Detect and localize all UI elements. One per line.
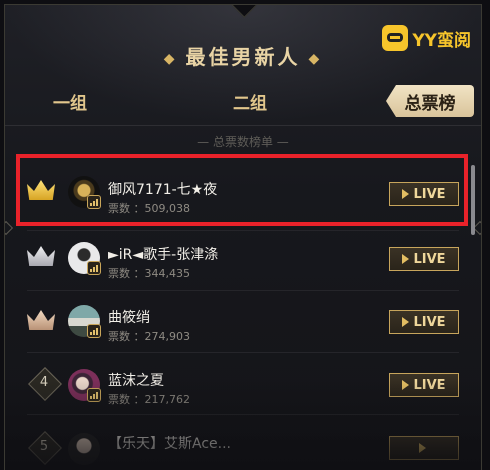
silver-crown-icon xyxy=(27,246,57,268)
group-tabs: 一组 二组 总票榜 xyxy=(5,85,481,125)
level-bars-icon xyxy=(87,324,101,338)
streamer-name: 蓝沫之夏 xyxy=(108,373,164,389)
list-item[interactable]: 4 蓝沫之夏 票数 ：217,762 LIVE xyxy=(5,352,481,416)
level-bars-icon xyxy=(87,261,101,275)
list-item[interactable]: 曲筱绡 票数 ：274,903 LIVE xyxy=(5,288,481,352)
brand-text: YY蛮阅 xyxy=(412,30,471,51)
list-subheader: — 总票数榜单 — xyxy=(197,135,289,149)
streamer-name: 【乐天】艾斯Ace... xyxy=(108,436,231,452)
scrollbar[interactable] xyxy=(471,165,475,235)
streamer-name: ►iR◄歌手-张津涤 xyxy=(108,247,219,263)
rank-number: 5 xyxy=(39,439,49,454)
level-bars-icon xyxy=(87,388,101,402)
title-dot-right-icon: ◆ xyxy=(308,50,323,67)
play-icon xyxy=(418,443,426,453)
top-notch xyxy=(231,5,257,18)
brand-logo: YY蛮阅 xyxy=(382,25,471,51)
avatar[interactable] xyxy=(68,433,100,465)
streamer-name: 曲筱绡 xyxy=(108,310,150,326)
yy-mascot-icon xyxy=(382,25,409,51)
vote-count: 票数 ：274,903 xyxy=(108,330,190,343)
list-item[interactable]: ►iR◄歌手-张津涤 票数 ：344,435 LIVE xyxy=(5,224,481,288)
play-icon xyxy=(402,380,410,390)
live-button[interactable]: LIVE xyxy=(389,310,459,334)
bronze-crown-icon xyxy=(27,310,57,332)
live-button[interactable] xyxy=(389,436,459,460)
tabs-divider xyxy=(5,125,481,126)
tab-total-ranking[interactable]: 总票榜 xyxy=(386,85,474,117)
tab-group-2[interactable]: 二组 xyxy=(233,89,267,114)
vote-count: 票数 ：217,762 xyxy=(108,393,190,406)
row-divider xyxy=(27,414,459,415)
list-item[interactable]: 5 【乐天】艾斯Ace... xyxy=(5,416,481,470)
vote-count: 票数 ：344,435 xyxy=(108,267,190,280)
rank-number: 4 xyxy=(39,375,49,390)
play-icon xyxy=(402,254,410,264)
live-button[interactable]: LIVE xyxy=(389,247,459,271)
selection-highlight xyxy=(16,154,468,226)
play-icon xyxy=(402,317,410,327)
ranking-panel: ◆ 最佳男新人 ◆ YY蛮阅 一组 二组 总票榜 — 总票数榜单 — 御风7171-… xyxy=(4,4,482,470)
live-button[interactable]: LIVE xyxy=(389,373,459,397)
tab-group-1[interactable]: 一组 xyxy=(53,89,87,114)
title-dot-left-icon: ◆ xyxy=(163,50,178,67)
title-text: 最佳男新人 xyxy=(185,45,301,69)
